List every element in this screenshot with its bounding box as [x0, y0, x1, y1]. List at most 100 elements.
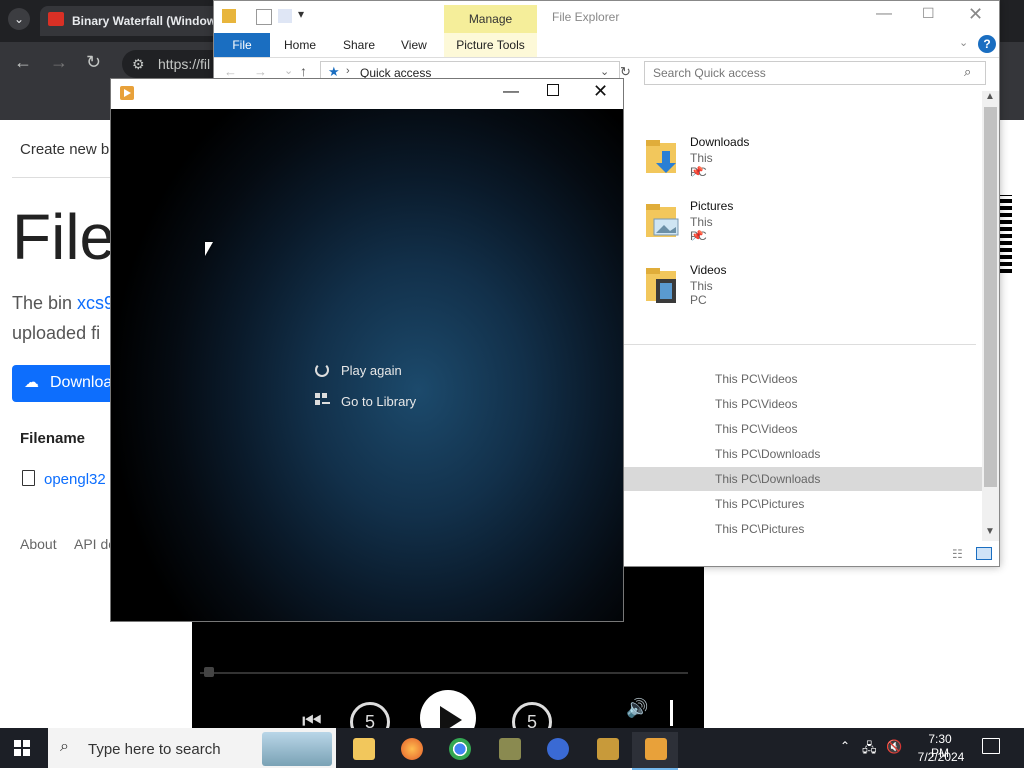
taskbar-bird-app[interactable] — [534, 732, 580, 768]
browser-tab-title: Binary Waterfall (Windows — [72, 14, 223, 28]
bird-app-icon — [547, 738, 569, 760]
bin-id-link[interactable]: xcs9 — [77, 293, 114, 313]
nav-create-new-link[interactable]: Create new b — [20, 141, 109, 158]
recent-file-path: This PC\Videos — [715, 422, 798, 436]
tab-picture-tools[interactable]: Picture Tools — [444, 33, 537, 57]
pin-icon: 📌 — [691, 167, 704, 178]
minimize-icon[interactable]: — — [503, 83, 519, 101]
file-link[interactable]: opengl32 — [44, 471, 106, 488]
recent-file-row[interactable]: This PC\Downloads — [624, 442, 982, 466]
file-explorer-icon — [353, 738, 375, 760]
maximize-icon[interactable] — [547, 84, 559, 96]
new-folder-qat-icon[interactable] — [278, 9, 292, 23]
scroll-up-icon[interactable]: ▲ — [985, 91, 995, 102]
download-button[interactable]: ☁ Downloa — [12, 365, 112, 402]
footer-about-link[interactable]: About — [20, 536, 57, 552]
search-placeholder[interactable]: Search Quick access — [653, 66, 766, 80]
forward-arrow-icon[interactable]: → — [254, 64, 267, 79]
close-icon[interactable]: ✕ — [968, 4, 983, 25]
forward-arrow-icon[interactable]: → — [50, 52, 68, 73]
taskbar-file-explorer[interactable] — [340, 732, 386, 768]
media-player-window: — ✕ Play again Go to Library — [110, 78, 624, 622]
search-icon: ⌕ — [60, 738, 69, 755]
ribbon-tabs: File Home Share View Picture Tools ⌄ ? — [214, 33, 999, 58]
large-icons-view-icon[interactable] — [976, 547, 992, 560]
up-arrow-icon[interactable]: ↑ — [300, 63, 307, 79]
replay-icon[interactable] — [315, 363, 329, 377]
windows-start-icon[interactable] — [14, 740, 30, 756]
recent-file-path: This PC\Pictures — [715, 522, 805, 536]
folder-location: This PC — [690, 279, 713, 307]
tab-home[interactable]: Home — [284, 38, 316, 52]
folder-name: Videos — [690, 263, 727, 277]
lead-text: The bin — [12, 293, 78, 313]
breadcrumb-separator-icon[interactable]: › — [346, 65, 350, 77]
notifications-icon[interactable] — [982, 738, 1000, 754]
library-icon[interactable] — [315, 393, 331, 409]
back-arrow-icon[interactable]: ← — [14, 52, 32, 73]
taskbar-binary-waterfall[interactable] — [486, 732, 532, 768]
properties-qat-icon[interactable] — [256, 9, 272, 25]
address-dropdown-icon[interactable]: ⌄ — [600, 65, 609, 78]
search-icon[interactable]: ⌕ — [964, 64, 971, 80]
details-view-icon[interactable]: ☷ — [952, 547, 963, 561]
binary-waterfall-icon — [499, 738, 521, 760]
folder-name: Pictures — [690, 199, 734, 213]
recent-file-row[interactable]: This PC\Pictures — [624, 492, 982, 516]
close-icon[interactable]: ✕ — [593, 81, 608, 102]
play-again-button[interactable]: Play again — [341, 363, 402, 378]
tab-search-chevron-icon[interactable]: ⌄ — [8, 8, 30, 30]
search-highlight-illustration-icon[interactable] — [262, 732, 332, 766]
site-settings-icon[interactable]: ⚙ — [132, 56, 145, 73]
volume-muted-icon[interactable]: 🔇 — [886, 739, 902, 755]
chrome-icon — [449, 738, 471, 760]
recent-file-row-selected[interactable]: This PC\Downloads — [624, 467, 982, 491]
recent-locations-chevron-icon[interactable]: ⌄ — [284, 64, 293, 77]
recent-file-row[interactable]: This PC\Pictures — [624, 517, 982, 541]
seek-bar[interactable] — [200, 672, 688, 674]
customize-qat-icon[interactable]: ▾ — [298, 7, 304, 21]
player-titlebar: — ✕ — [111, 79, 623, 109]
recent-file-path: This PC\Pictures — [715, 497, 805, 511]
page-lead-line2: uploaded fi — [12, 323, 101, 343]
seek-thumb[interactable] — [204, 667, 214, 677]
clock-date[interactable]: 7/2/2024 — [913, 750, 969, 764]
help-icon[interactable]: ? — [978, 35, 996, 53]
recent-file-row[interactable]: This PC\Videos — [624, 392, 982, 416]
mouse-cursor-icon — [205, 242, 213, 256]
recent-file-row[interactable]: This PC\Videos — [624, 417, 982, 441]
tab-favicon-icon — [48, 12, 64, 26]
minimize-icon[interactable]: — — [876, 5, 892, 23]
scroll-down-icon[interactable]: ▼ — [985, 526, 995, 537]
taskbar-chrome[interactable] — [436, 732, 482, 768]
explorer-titlebar: ▾ Manage File Explorer — ☐ ✕ — [214, 1, 999, 33]
section-divider — [624, 344, 976, 345]
go-to-library-button[interactable]: Go to Library — [341, 394, 416, 409]
expand-ribbon-chevron-icon[interactable]: ⌄ — [959, 36, 968, 49]
video-area[interactable]: Play again Go to Library — [111, 109, 623, 621]
window-title: File Explorer — [552, 10, 620, 24]
manage-contextual-tab[interactable]: Manage — [444, 5, 537, 33]
tab-file[interactable]: File — [214, 33, 270, 57]
taskbar-media-player[interactable] — [632, 732, 678, 770]
filename-column-header: Filename — [20, 430, 86, 447]
volume-slider[interactable] — [670, 700, 673, 726]
videos-folder-icon — [644, 265, 680, 305]
url-text[interactable]: https://fil — [158, 56, 210, 72]
taskbar-search-placeholder[interactable]: Type here to search — [88, 741, 221, 758]
show-hidden-icons-chevron-icon[interactable]: ⌃ — [840, 739, 850, 753]
recent-file-row[interactable]: This PC\Videos — [624, 367, 982, 391]
maximize-icon[interactable]: ☐ — [922, 5, 935, 22]
tab-share[interactable]: Share — [343, 38, 375, 52]
scrollbar-thumb[interactable] — [984, 107, 997, 487]
taskbar-firefox[interactable] — [388, 732, 434, 768]
reload-icon[interactable]: ↻ — [86, 52, 101, 73]
folder-name: Downloads — [690, 135, 750, 149]
network-icon[interactable]: 🖧 — [862, 739, 877, 761]
back-arrow-icon[interactable]: ← — [224, 64, 237, 79]
tab-view[interactable]: View — [401, 38, 427, 52]
app-play-glyph-icon — [124, 89, 131, 97]
taskbar-dosbox[interactable] — [584, 732, 630, 768]
folder-qat-icon[interactable] — [222, 9, 236, 23]
volume-icon[interactable]: 🔊 — [626, 698, 648, 719]
